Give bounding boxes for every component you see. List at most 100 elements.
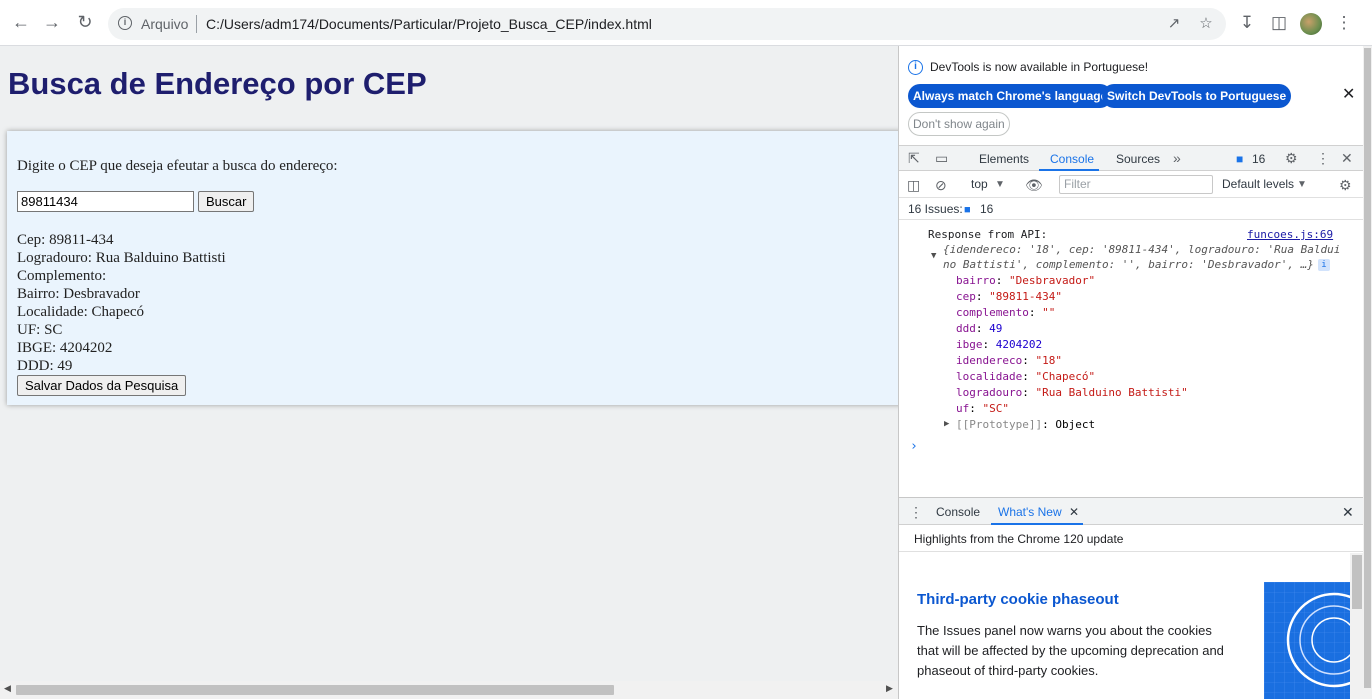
log-levels-select[interactable]: Default levels: [1222, 177, 1294, 191]
dont-show-again-button[interactable]: Don't show again: [908, 112, 1010, 136]
result-ddd: DDD: 49: [17, 358, 73, 374]
more-tabs-icon[interactable]: »: [1173, 150, 1181, 166]
issues-icon[interactable]: ■: [964, 202, 971, 218]
download-icon[interactable]: ↧: [1236, 12, 1258, 34]
object-summary-line-2[interactable]: no Battisti', complemento: '', bairro: '…: [943, 258, 1314, 271]
issues-num[interactable]: 16: [980, 202, 993, 216]
omnibox-divider: [196, 15, 197, 33]
active-tab-indicator: [1039, 169, 1099, 171]
clear-console-icon[interactable]: ⊘: [935, 177, 947, 193]
scrollbar-thumb[interactable]: [1364, 48, 1371, 688]
info-icon[interactable]: i: [118, 16, 132, 30]
tab-elements[interactable]: Elements: [979, 152, 1029, 166]
prop-key: complemento: [956, 306, 1029, 319]
whats-new-header: Highlights from the Chrome 120 update: [899, 526, 1372, 552]
prop-value: "18": [1035, 354, 1062, 367]
chevron-down-icon[interactable]: ▼: [995, 177, 1005, 193]
console-prompt-icon[interactable]: ›: [910, 439, 918, 454]
object-summary-line-1[interactable]: {idendereco: '18', cep: '89811-434', log…: [943, 243, 1340, 256]
prop-value: "Chapecó": [1035, 370, 1096, 383]
whats-new-scrollbar[interactable]: [1350, 553, 1364, 699]
drawer-tab-console[interactable]: Console: [936, 505, 980, 519]
star-icon[interactable]: ☆: [1197, 15, 1215, 33]
drawer-tabbar: ⋮ Console What's New ✕ ✕: [899, 497, 1372, 525]
settings-icon[interactable]: ⚙: [1285, 150, 1298, 166]
address-bar[interactable]: i Arquivo C:/Users/adm174/Documents/Part…: [108, 8, 1226, 40]
arrow-right-icon[interactable]: →: [41, 11, 63, 33]
prototype-key: [[Prototype]]: [956, 418, 1043, 431]
prop-row: idendereco: "18": [956, 354, 1062, 367]
scroll-left-icon[interactable]: ◀: [4, 683, 11, 694]
match-language-button[interactable]: Always match Chrome's language: [908, 84, 1113, 108]
more-menu-icon[interactable]: ⋮: [1333, 12, 1355, 34]
info-icon: i: [908, 60, 923, 75]
drawer-menu-icon[interactable]: ⋮: [909, 504, 923, 520]
prop-row: uf: "SC": [956, 402, 1009, 415]
inspect-icon[interactable]: ⇱: [908, 150, 920, 166]
eye-icon[interactable]: 👁: [1025, 177, 1043, 193]
horizontal-scrollbar[interactable]: ◀ ▶: [0, 681, 898, 699]
whats-new-title[interactable]: Third-party cookie phaseout: [917, 591, 1119, 608]
devtools-outer-scrollbar[interactable]: [1363, 46, 1372, 699]
reload-icon[interactable]: ↻: [74, 11, 96, 33]
prototype-row[interactable]: [[Prototype]]: Object: [956, 418, 1095, 431]
share-icon[interactable]: ↗: [1165, 15, 1183, 33]
cep-prompt: Digite o CEP que deseja efeutar a busca …: [17, 158, 338, 174]
issues-badge-count[interactable]: 16: [1252, 152, 1265, 166]
devtools-panel: i DevTools is now available in Portugues…: [898, 46, 1372, 699]
scrollbar-thumb[interactable]: [16, 685, 614, 695]
page-viewport: Busca de Endereço por CEP Digite o CEP q…: [0, 46, 898, 699]
save-search-button[interactable]: Salvar Dados da Pesquisa: [17, 375, 187, 396]
arrow-left-icon[interactable]: ←: [10, 11, 32, 33]
prop-key: idendereco: [956, 354, 1023, 367]
drawer-tab-whats-new[interactable]: What's New: [998, 505, 1062, 519]
page-title: Busca de Endereço por CEP: [8, 66, 427, 101]
sidebar-toggle-icon[interactable]: ◫: [907, 177, 920, 193]
prop-row: complemento: "": [956, 306, 1056, 319]
cookie-illustration: [1264, 582, 1350, 699]
search-button[interactable]: Buscar: [198, 191, 255, 212]
result-bairro: Bairro: Desbravador: [17, 286, 140, 302]
issues-label: 16 Issues:: [908, 202, 963, 216]
result-ibge: IBGE: 4204202: [17, 340, 113, 356]
prop-row: localidade: "Chapecó": [956, 370, 1096, 383]
log-message: Response from API:: [928, 228, 1048, 241]
cep-input[interactable]: [17, 191, 194, 212]
switch-language-button[interactable]: Switch DevTools to Portuguese: [1102, 84, 1292, 108]
prototype-value: Object: [1055, 418, 1096, 431]
close-devtools-icon[interactable]: ✕: [1341, 150, 1353, 166]
context-select[interactable]: top: [971, 177, 988, 191]
expand-arrow-icon[interactable]: ▶: [944, 419, 949, 429]
close-icon[interactable]: ✕: [1342, 87, 1355, 103]
url-text[interactable]: C:/Users/adm174/Documents/Particular/Pro…: [206, 16, 652, 32]
console-settings-icon[interactable]: ⚙: [1339, 177, 1352, 193]
expand-arrow-icon[interactable]: ▼: [931, 251, 936, 261]
console-filter-input[interactable]: Filter: [1059, 175, 1213, 194]
prop-value: "SC": [982, 402, 1010, 415]
prop-row: cep: "89811-434": [956, 290, 1062, 303]
prop-row: ibge: 4204202: [956, 338, 1043, 351]
info-badge-icon[interactable]: i: [1318, 259, 1330, 271]
issues-badge-icon[interactable]: ■: [1236, 151, 1243, 167]
language-notice: i DevTools is now available in Portugues…: [899, 46, 1372, 142]
close-tab-icon[interactable]: ✕: [1069, 504, 1079, 520]
chevron-down-icon[interactable]: ▼: [1297, 177, 1307, 193]
devtools-tabbar: ⇱ ▭ Elements Console Sources » ■ 16 ⚙ ⋮ …: [899, 145, 1372, 171]
devtools-menu-icon[interactable]: ⋮: [1316, 150, 1330, 166]
prop-row: logradouro: "Rua Balduino Battisti": [956, 386, 1188, 399]
source-link[interactable]: funcoes.js:69: [1247, 228, 1333, 241]
tab-sources[interactable]: Sources: [1116, 152, 1160, 166]
whats-new-body: Third-party cookie phaseout The Issues p…: [899, 553, 1372, 699]
tab-console[interactable]: Console: [1050, 152, 1094, 166]
close-drawer-icon[interactable]: ✕: [1342, 504, 1354, 520]
device-toolbar-icon[interactable]: ▭: [935, 150, 948, 166]
profile-avatar[interactable]: [1300, 13, 1322, 35]
result-logradouro: Logradouro: Rua Balduino Battisti: [17, 250, 226, 266]
result-complemento: Complemento:: [17, 268, 107, 284]
side-panel-icon[interactable]: ◫: [1268, 12, 1290, 34]
scrollbar-thumb[interactable]: [1352, 555, 1362, 609]
whats-new-subtitle: Highlights from the Chrome 120 update: [914, 532, 1124, 546]
scroll-right-icon[interactable]: ▶: [886, 683, 893, 694]
prop-key: ibge: [956, 338, 983, 351]
prop-value: 4204202: [995, 338, 1043, 351]
